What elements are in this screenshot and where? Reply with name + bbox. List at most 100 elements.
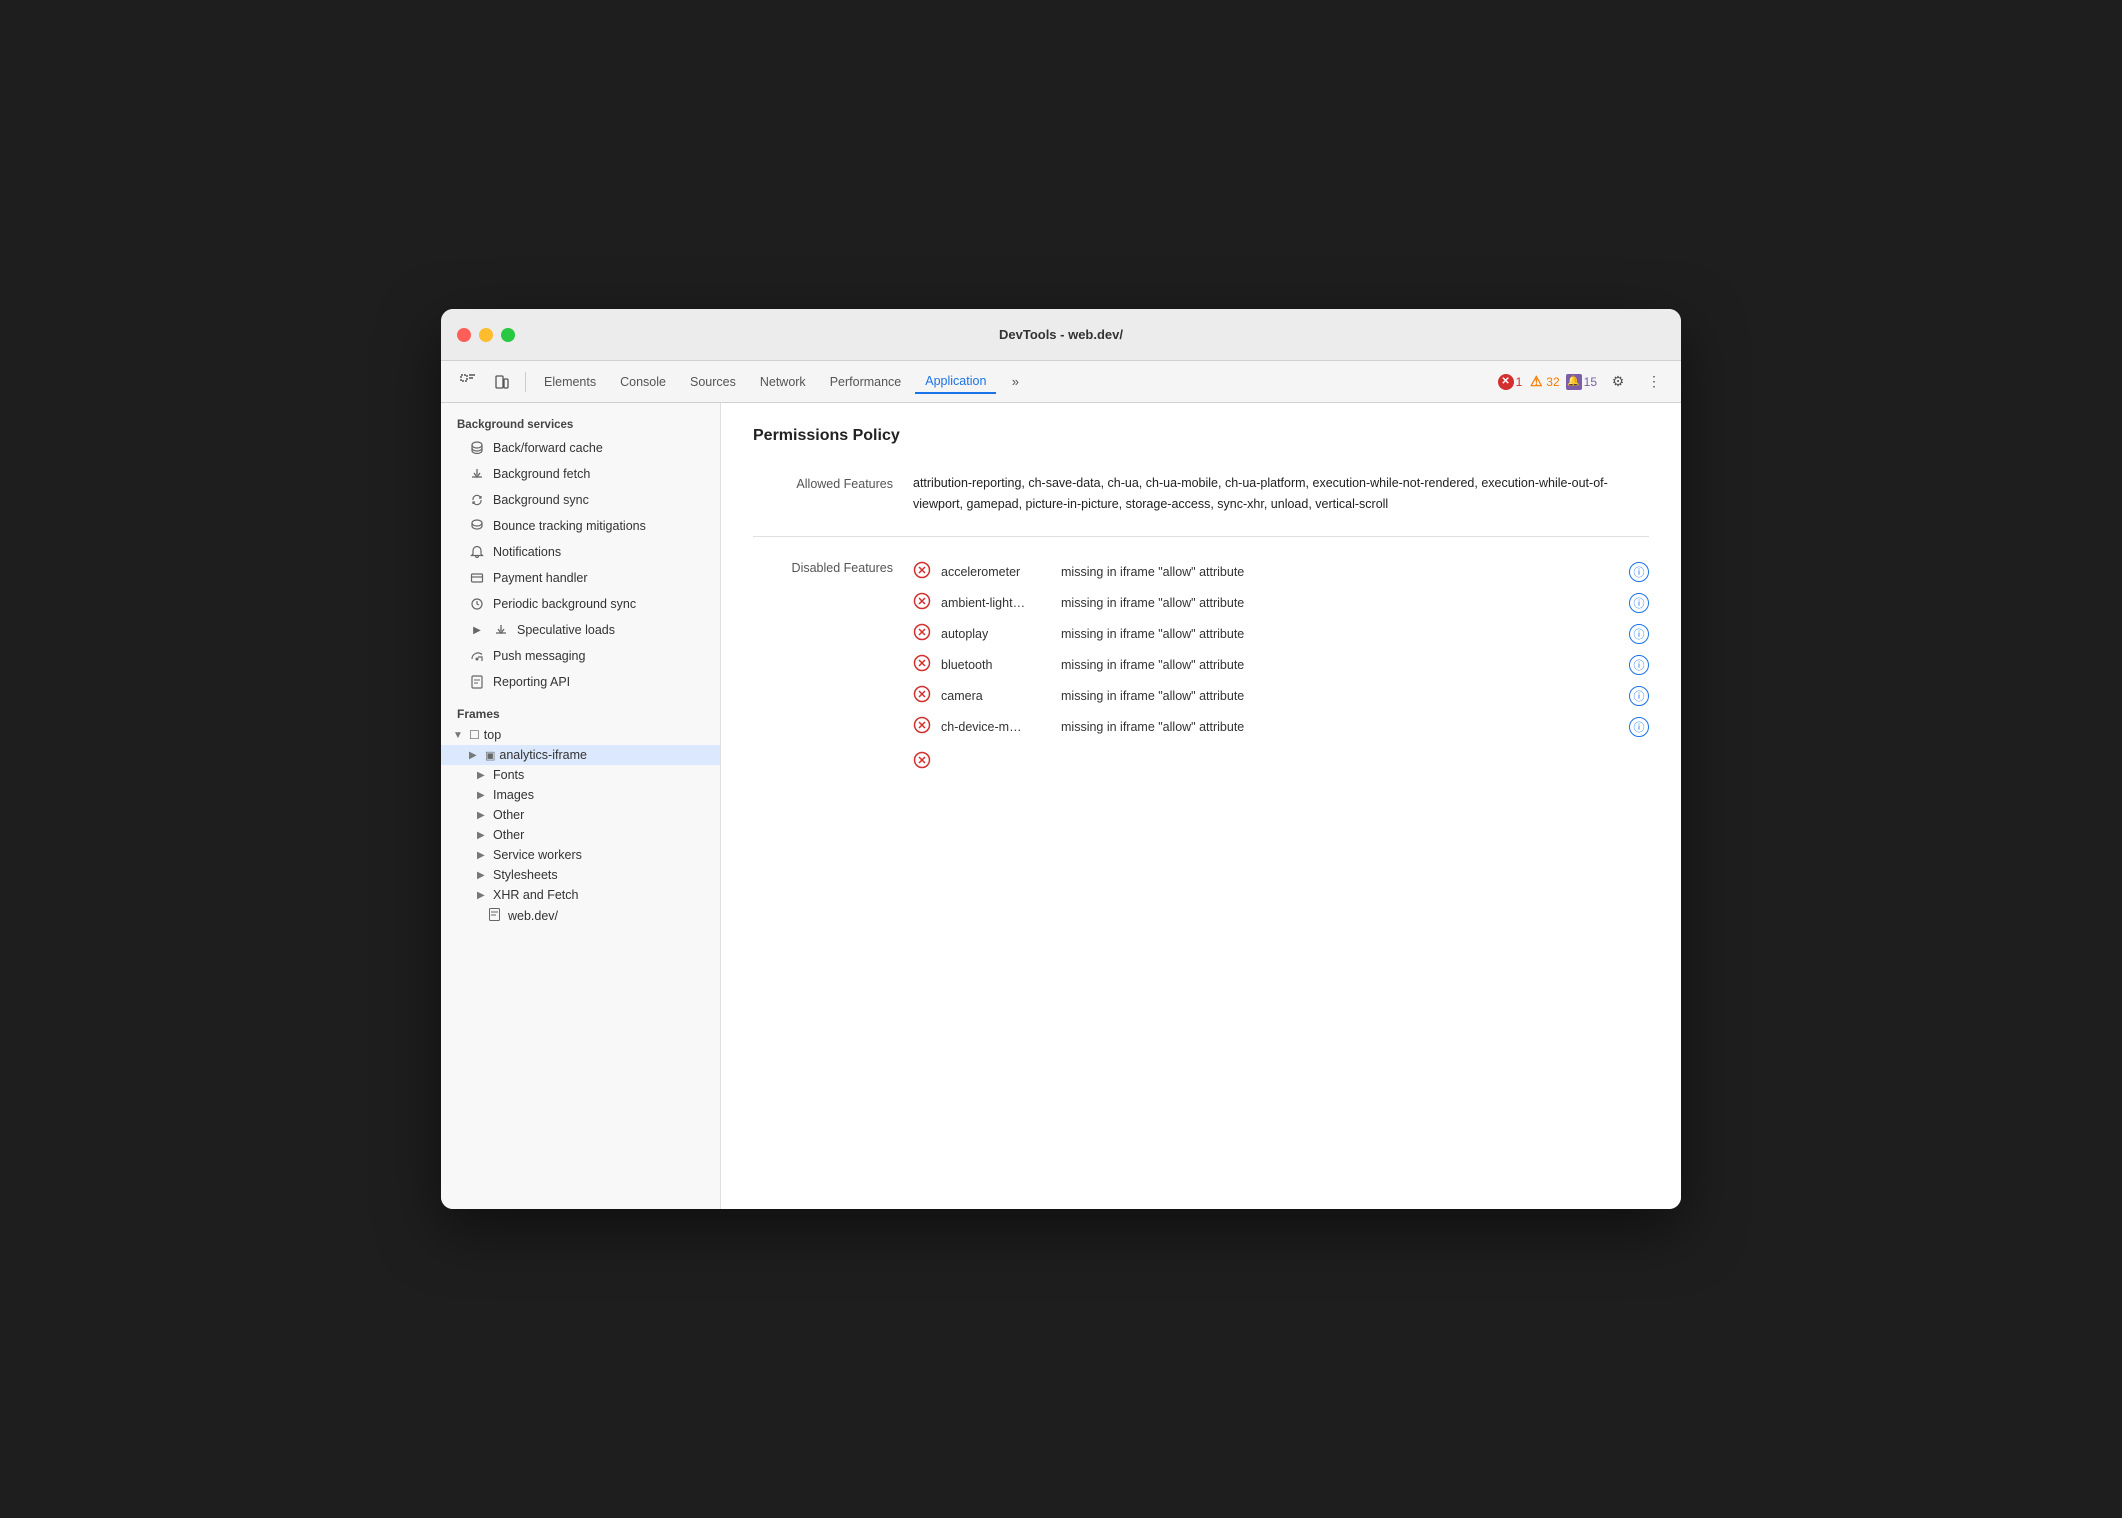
chdevice-info-link[interactable]: ⓘ	[1629, 717, 1649, 737]
more-tabs-button[interactable]: »	[1000, 368, 1030, 396]
tab-application[interactable]: Application	[915, 370, 996, 394]
accelerometer-error-icon	[913, 561, 931, 584]
tab-elements[interactable]: Elements	[534, 371, 606, 393]
sidebar-item-payment[interactable]: Payment handler	[445, 565, 716, 591]
settings-button[interactable]: ⚙	[1603, 368, 1633, 396]
main-content: Background services Back/forward cache	[441, 403, 1681, 1209]
maximize-button[interactable]	[501, 328, 515, 342]
disabled-features-section: Disabled Features accelerometer missing …	[753, 549, 1649, 786]
frame-top-icon: ☐	[469, 728, 480, 742]
tab-performance[interactable]: Performance	[820, 371, 912, 393]
frame-fonts[interactable]: ▶ Fonts	[441, 765, 720, 785]
feature-row-autoplay: autoplay missing in iframe "allow" attri…	[913, 619, 1649, 650]
accelerometer-info-link[interactable]: ⓘ	[1629, 562, 1649, 582]
ambient-error-icon	[913, 592, 931, 615]
chdevice-name: ch-device-m…	[941, 720, 1051, 734]
frame-images-arrow: ▶	[477, 790, 489, 801]
frame-xhr[interactable]: ▶ XHR and Fetch	[441, 885, 720, 905]
error-count: 1	[1516, 375, 1523, 389]
bg-services-title: Background services	[441, 411, 720, 435]
chdevice-reason: missing in iframe "allow" attribute	[1061, 718, 1619, 737]
window-title: DevTools - web.dev/	[999, 327, 1123, 342]
backforward-icon	[469, 440, 485, 456]
allowed-features-section: Allowed Features attribution-reporting, …	[753, 465, 1649, 524]
disabled-features-list: accelerometer missing in iframe "allow" …	[913, 557, 1649, 778]
sidebar-item-push[interactable]: Push messaging	[445, 643, 716, 669]
frame-sw-arrow: ▶	[477, 850, 489, 861]
ambient-info-link[interactable]: ⓘ	[1629, 593, 1649, 613]
frame-other2-label: Other	[493, 828, 524, 842]
frame-images[interactable]: ▶ Images	[441, 785, 720, 805]
feature-row-chdevice: ch-device-m… missing in iframe "allow" a…	[913, 712, 1649, 743]
frame-other-2[interactable]: ▶ Other	[441, 825, 720, 845]
feature-row-more	[913, 743, 1649, 778]
camera-reason: missing in iframe "allow" attribute	[1061, 687, 1619, 706]
periodicbgsync-label: Periodic background sync	[493, 597, 636, 611]
sidebar-item-bounce[interactable]: Bounce tracking mitigations	[445, 513, 716, 539]
frame-analytics-icon: ▣	[485, 749, 495, 762]
disabled-features-label: Disabled Features	[753, 557, 913, 778]
frame-fonts-label: Fonts	[493, 768, 524, 782]
panel-title: Permissions Policy	[753, 427, 1649, 445]
chdevice-error-icon	[913, 716, 931, 739]
frame-xhr-arrow: ▶	[477, 890, 489, 901]
accelerometer-name: accelerometer	[941, 565, 1051, 579]
frame-analytics[interactable]: ▶ ▣ analytics-iframe	[441, 745, 720, 765]
info-badge[interactable]: 🔔 15	[1566, 374, 1597, 390]
error-badge[interactable]: ✕ 1	[1498, 374, 1523, 390]
frame-images-label: Images	[493, 788, 534, 802]
sidebar-item-notifications[interactable]: Notifications	[445, 539, 716, 565]
backforward-label: Back/forward cache	[493, 441, 603, 455]
camera-info-link[interactable]: ⓘ	[1629, 686, 1649, 706]
sidebar-item-bgfetch[interactable]: Background fetch	[445, 461, 716, 487]
sidebar: Background services Back/forward cache	[441, 403, 721, 1209]
bgsync-label: Background sync	[493, 493, 589, 507]
bgfetch-label: Background fetch	[493, 467, 590, 481]
sidebar-item-reporting[interactable]: Reporting API	[445, 669, 716, 695]
frame-fonts-arrow: ▶	[477, 770, 489, 781]
more-options-icon: ⋮	[1647, 373, 1661, 390]
frame-top-label: top	[484, 728, 501, 742]
device-toggle-icon[interactable]	[487, 368, 517, 396]
toolbar-right: ✕ 1 ⚠ 32 🔔 15 ⚙ ⋮	[1498, 368, 1669, 396]
warning-badge[interactable]: ⚠ 32	[1528, 374, 1559, 390]
sidebar-item-speculative[interactable]: ▶ Speculative loads	[445, 617, 716, 643]
autoplay-info-link[interactable]: ⓘ	[1629, 624, 1649, 644]
bluetooth-info-link[interactable]: ⓘ	[1629, 655, 1649, 675]
traffic-lights	[457, 328, 515, 342]
push-icon	[469, 648, 485, 664]
payment-label: Payment handler	[493, 571, 588, 585]
frame-analytics-label: analytics-iframe	[499, 748, 587, 762]
reporting-label: Reporting API	[493, 675, 570, 689]
tab-network[interactable]: Network	[750, 371, 816, 393]
panel-divider	[753, 536, 1649, 537]
close-button[interactable]	[457, 328, 471, 342]
settings-icon: ⚙	[1612, 373, 1625, 390]
sidebar-item-periodicbgsync[interactable]: Periodic background sync	[445, 591, 716, 617]
more-options-button[interactable]: ⋮	[1639, 368, 1669, 396]
frame-other-1[interactable]: ▶ Other	[441, 805, 720, 825]
devtools-window: DevTools - web.dev/ Elements Console Sou…	[441, 309, 1681, 1209]
frame-other2-arrow: ▶	[477, 830, 489, 841]
error-icon: ✕	[1498, 374, 1514, 390]
speculative-icon: ▶	[469, 622, 485, 638]
inspect-icon[interactable]	[453, 368, 483, 396]
sidebar-item-backforward[interactable]: Back/forward cache	[445, 435, 716, 461]
sidebar-item-bgsync[interactable]: Background sync	[445, 487, 716, 513]
frame-analytics-arrow: ▶	[469, 750, 481, 761]
notifications-label: Notifications	[493, 545, 561, 559]
toolbar-separator	[525, 372, 526, 392]
frame-other1-arrow: ▶	[477, 810, 489, 821]
frame-top[interactable]: ▼ ☐ top	[441, 725, 720, 745]
frame-webdev[interactable]: web.dev/	[441, 905, 720, 927]
tab-sources[interactable]: Sources	[680, 371, 746, 393]
minimize-button[interactable]	[479, 328, 493, 342]
frame-stylesheets[interactable]: ▶ Stylesheets	[441, 865, 720, 885]
frame-serviceworkers[interactable]: ▶ Service workers	[441, 845, 720, 865]
bounce-label: Bounce tracking mitigations	[493, 519, 646, 533]
tab-console[interactable]: Console	[610, 371, 676, 393]
bgsync-icon	[469, 492, 485, 508]
push-label: Push messaging	[493, 649, 585, 663]
ambient-name: ambient-light…	[941, 596, 1051, 610]
accelerometer-reason: missing in iframe "allow" attribute	[1061, 563, 1619, 582]
